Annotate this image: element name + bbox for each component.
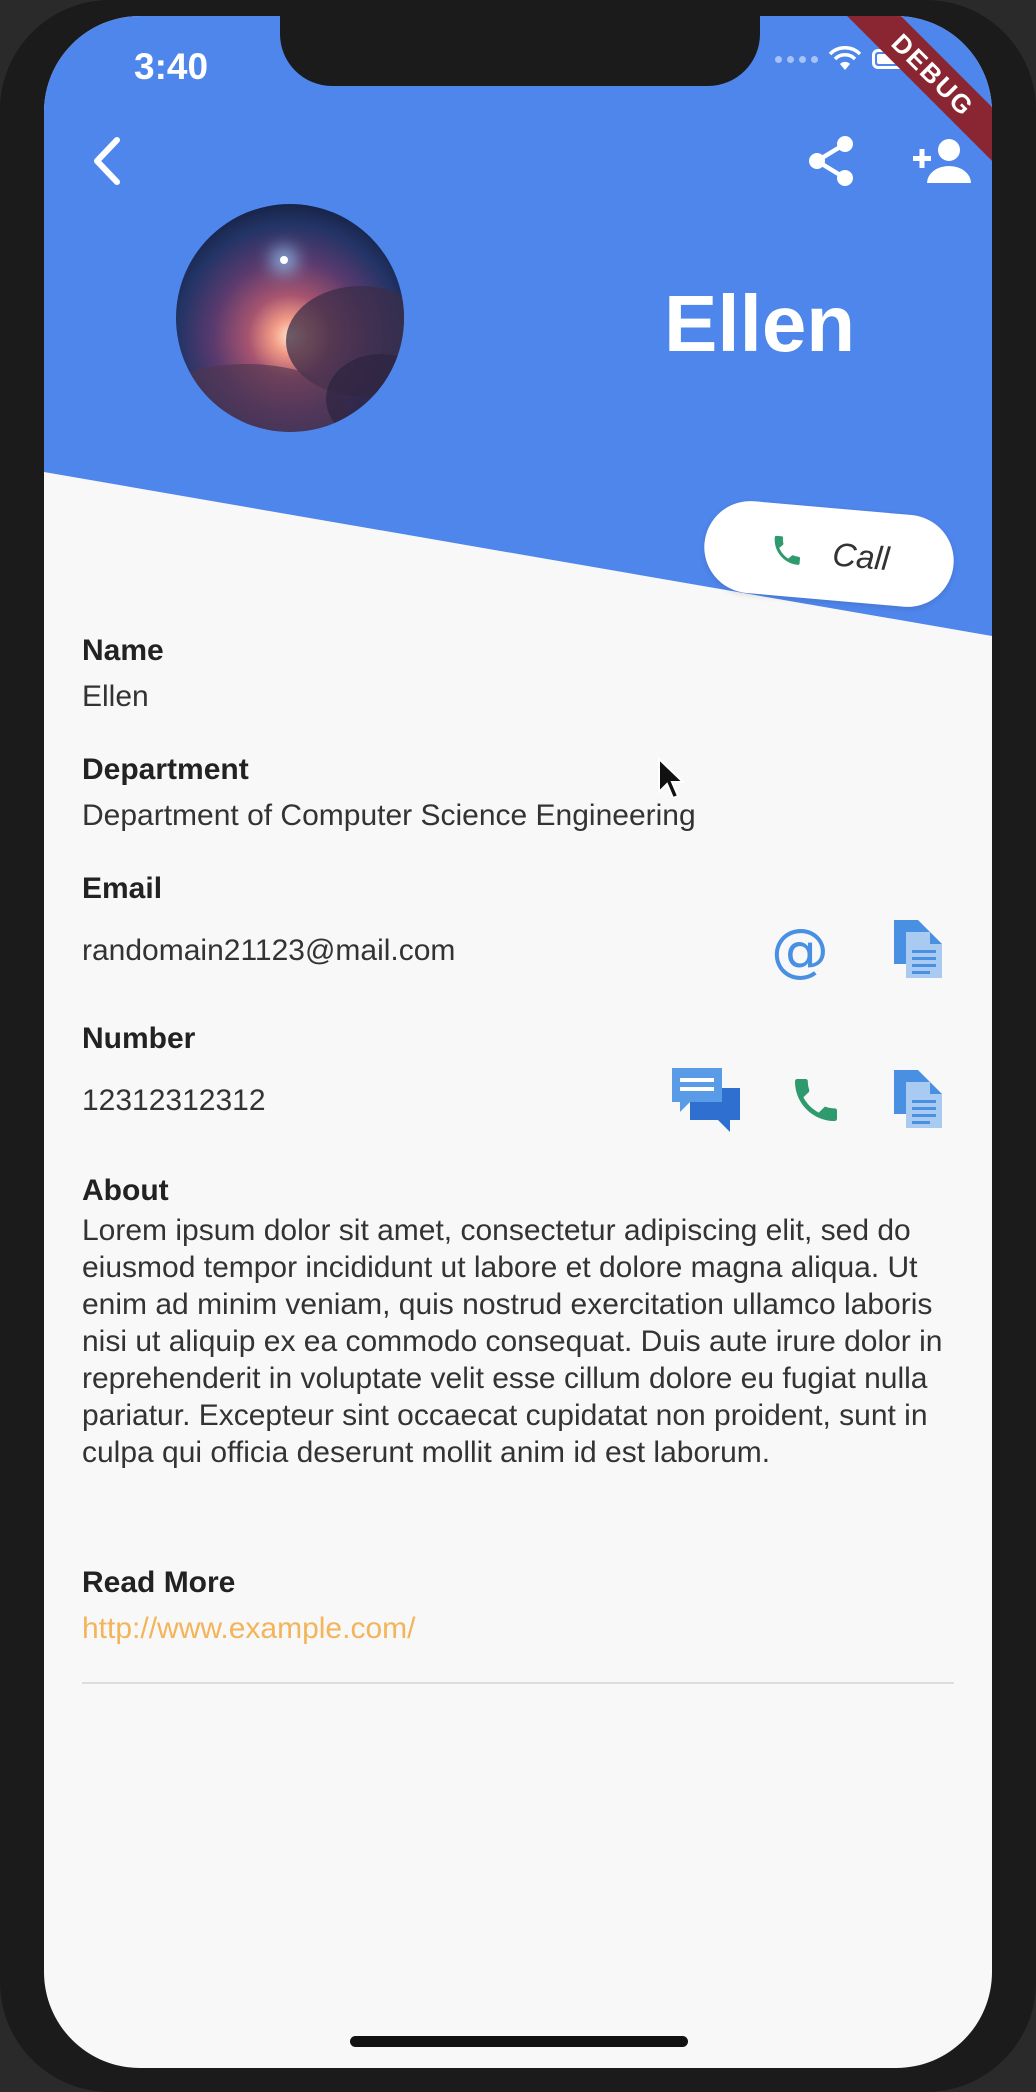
home-indicator[interactable]	[350, 2036, 688, 2047]
device-notch	[280, 16, 760, 86]
share-button[interactable]	[796, 126, 866, 196]
message-icon	[672, 1068, 740, 1132]
copy-number-button[interactable]	[886, 1064, 950, 1134]
read-more-link[interactable]: http://www.example.com/	[82, 1612, 415, 1646]
status-time: 3:40	[134, 46, 209, 87]
mouse-cursor-icon	[658, 756, 686, 800]
divider	[82, 1682, 954, 1684]
copy-icon	[894, 920, 942, 978]
back-button[interactable]	[72, 126, 142, 196]
phone-icon	[795, 1079, 837, 1121]
about-text: Lorem ipsum dolor sit amet, consectetur …	[82, 1214, 943, 1469]
read-more-label: Read More	[82, 1566, 236, 1599]
number-label: Number	[82, 1022, 196, 1055]
app-screen: 3:40 DEBUG Ellen Call Name Ellen Departm…	[44, 16, 992, 2068]
at-sign-icon: @	[771, 916, 829, 984]
call-number-button[interactable]	[784, 1068, 848, 1132]
copy-icon	[894, 1070, 942, 1128]
department-value: Department of Computer Science Engineeri…	[82, 799, 696, 832]
copy-email-button[interactable]	[886, 914, 950, 984]
person-add-icon	[913, 139, 971, 183]
phone-frame: 3:40 DEBUG Ellen Call Name Ellen Departm…	[0, 0, 1036, 2092]
email-compose-button[interactable]: @	[768, 918, 832, 982]
email-value: randomain21123@mail.com	[82, 934, 456, 967]
back-chevron-icon	[94, 137, 120, 185]
number-value: 12312312312	[82, 1084, 266, 1117]
name-label: Name	[82, 634, 164, 667]
wifi-icon	[828, 46, 862, 70]
name-value: Ellen	[82, 680, 149, 713]
send-message-button[interactable]	[668, 1064, 744, 1136]
add-contact-button[interactable]	[906, 124, 980, 198]
share-icon	[809, 136, 853, 186]
profile-avatar	[176, 204, 404, 432]
call-button-label: Call	[830, 535, 891, 578]
about-label: About	[82, 1174, 169, 1207]
email-label: Email	[82, 872, 163, 905]
department-label: Department	[82, 753, 249, 786]
phone-icon	[774, 535, 800, 565]
profile-name: Ellen	[664, 279, 856, 368]
cellular-signal-icon	[775, 55, 818, 63]
